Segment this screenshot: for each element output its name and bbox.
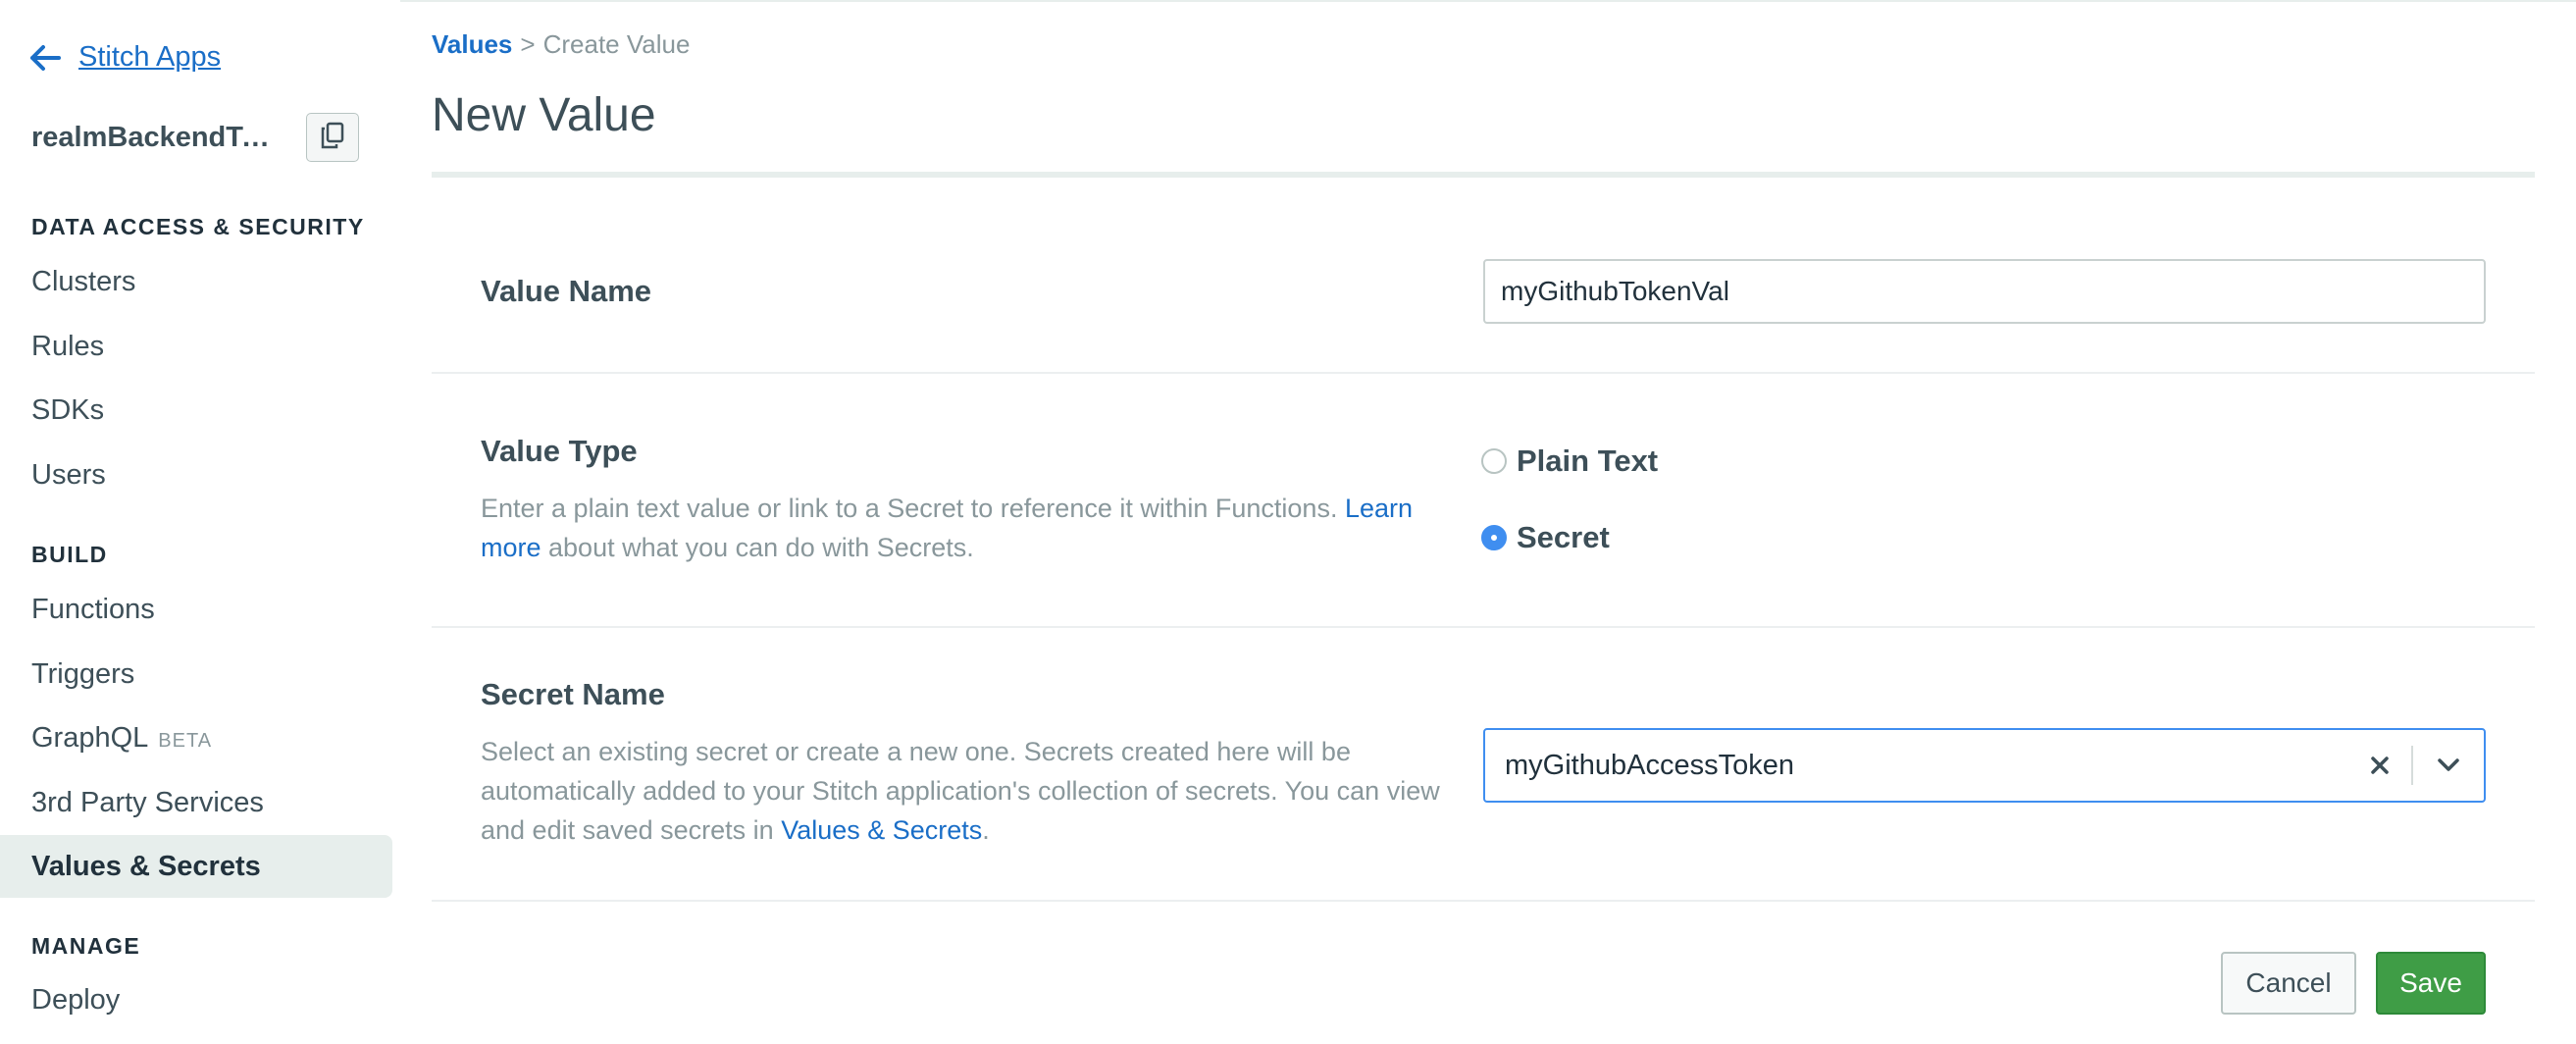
- sidebar-item-graphql[interactable]: GraphQL BETA: [31, 722, 212, 755]
- copy-icon: [320, 122, 345, 154]
- sidebar-item-3rd-party-services[interactable]: 3rd Party Services: [31, 787, 264, 819]
- value-name-input[interactable]: [1483, 259, 2486, 324]
- chevron-down-icon[interactable]: [2413, 730, 2484, 801]
- sidebar: Stitch Apps realmBackendTut... DATA ACCE…: [0, 0, 400, 1044]
- page-title: New Value: [432, 89, 656, 141]
- cancel-button[interactable]: Cancel: [2221, 952, 2356, 1015]
- value-name-label: Value Name: [481, 274, 652, 308]
- value-type-description-suffix: about what you can do with Secrets.: [541, 533, 974, 562]
- radio-secret[interactable]: Secret: [1481, 520, 1610, 555]
- beta-badge: BETA: [158, 730, 213, 752]
- app-name: realmBackendTut...: [31, 122, 281, 153]
- back-to-stitch-apps-link[interactable]: Stitch Apps: [29, 41, 221, 74]
- row-divider: [432, 626, 2535, 628]
- section-title-manage: MANAGE: [31, 933, 141, 959]
- row-divider: [432, 900, 2535, 902]
- sidebar-item-graphql-label: GraphQL: [31, 722, 149, 754]
- radio-plain-text-label: Plain Text: [1517, 444, 1659, 478]
- title-divider: [432, 172, 2535, 178]
- secret-name-select[interactable]: myGithubAccessToken: [1483, 728, 2486, 803]
- breadcrumb-current: Create Value: [542, 29, 691, 59]
- back-arrow-icon: [29, 44, 61, 72]
- secret-name-description: Select an existing secret or create a ne…: [481, 732, 1452, 850]
- secret-name-label: Secret Name: [481, 677, 665, 711]
- sidebar-item-functions[interactable]: Functions: [31, 594, 155, 626]
- section-title-build: BUILD: [31, 542, 108, 567]
- values-secrets-link[interactable]: Values & Secrets: [781, 815, 982, 845]
- breadcrumb-values-link[interactable]: Values: [432, 29, 512, 59]
- secret-name-description-suffix: .: [982, 815, 990, 845]
- copy-app-id-button[interactable]: [306, 113, 359, 162]
- breadcrumb: Values > Create Value: [432, 29, 690, 60]
- save-button[interactable]: Save: [2376, 952, 2486, 1015]
- sidebar-item-values-secrets[interactable]: Values & Secrets: [0, 835, 392, 898]
- sidebar-item-rules[interactable]: Rules: [31, 331, 104, 363]
- radio-plain-text-circle: [1481, 448, 1507, 474]
- sidebar-item-clusters[interactable]: Clusters: [31, 266, 135, 298]
- secret-name-selected-value: myGithubAccessToken: [1505, 749, 1794, 781]
- clear-x-icon[interactable]: [2348, 730, 2411, 801]
- back-link-label: Stitch Apps: [78, 41, 222, 73]
- sidebar-item-users[interactable]: Users: [31, 459, 106, 492]
- sidebar-item-sdks[interactable]: SDKs: [31, 394, 104, 427]
- section-title-data-access: DATA ACCESS & SECURITY: [31, 214, 365, 239]
- radio-secret-circle: [1481, 525, 1507, 550]
- radio-secret-label: Secret: [1517, 520, 1610, 554]
- radio-plain-text[interactable]: Plain Text: [1481, 444, 1658, 479]
- value-type-description: Enter a plain text value or link to a Se…: [481, 489, 1422, 567]
- breadcrumb-separator: >: [520, 29, 536, 59]
- sidebar-item-deploy[interactable]: Deploy: [31, 984, 120, 1017]
- value-type-description-text: Enter a plain text value or link to a Se…: [481, 494, 1345, 523]
- row-divider: [432, 372, 2535, 374]
- value-type-label: Value Type: [481, 434, 638, 468]
- sidebar-item-triggers[interactable]: Triggers: [31, 658, 134, 691]
